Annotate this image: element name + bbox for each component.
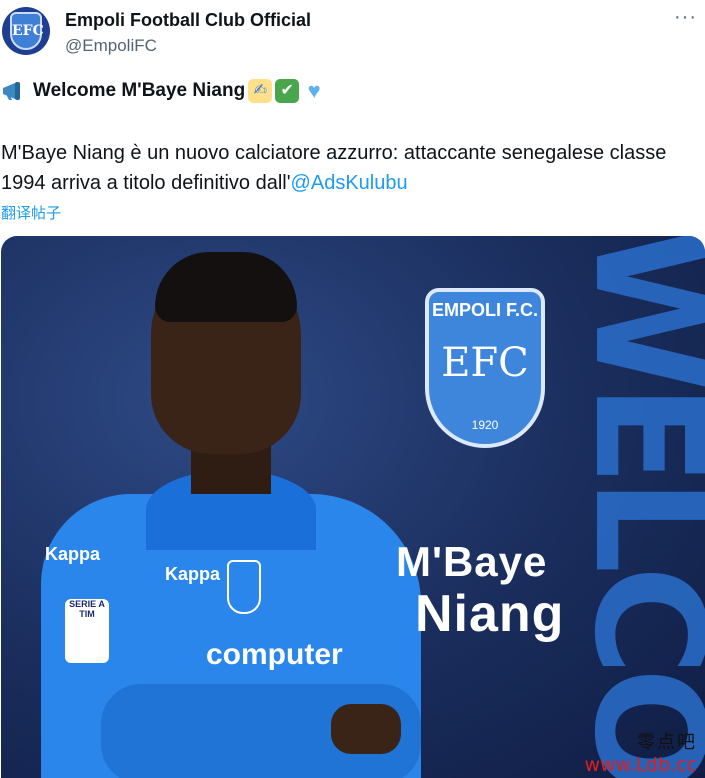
empoli-crest-icon: EFC — [10, 12, 44, 50]
kappa-logo-left: Kappa — [45, 544, 101, 564]
writing-hand-icon: ✍ — [248, 79, 273, 103]
background-word: WELCOME — [561, 236, 705, 778]
shirt-crest-icon — [227, 560, 261, 614]
player-hand — [331, 704, 401, 754]
more-icon[interactable]: ··· — [674, 6, 697, 29]
empoli-crest-large: EMPOLI F.C. EFC 1920 — [425, 288, 545, 448]
headline-text: Welcome M'Baye Niang — [33, 80, 246, 101]
patch-line2: TIM — [79, 609, 95, 619]
check-mark-icon: ✔ — [275, 79, 300, 103]
watermark-line1: 零点吧 — [637, 732, 697, 753]
blue-heart-icon: ♥ — [307, 78, 321, 103]
avatar-crest-text: EFC — [12, 23, 44, 39]
tweet-body: M'Baye Niang è un nuovo calciatore azzur… — [1, 138, 701, 198]
player-hair — [155, 252, 297, 322]
crest-monogram: EFC — [441, 340, 529, 386]
display-name[interactable]: Empoli Football Club Official — [65, 10, 311, 31]
tweet-media-image[interactable]: WELCOME Kappa Kappa SERIE A TIM computer… — [1, 236, 705, 778]
translate-link[interactable]: 翻译帖子 — [1, 202, 61, 223]
avatar[interactable]: EFC — [2, 7, 50, 55]
player-figure: Kappa Kappa SERIE A TIM computer gross — [41, 244, 441, 778]
watermark: 零点吧 www.Ldb.cc — [584, 728, 697, 776]
sponsor-line1: computer — [206, 638, 343, 671]
crest-year: 1920 — [471, 418, 499, 432]
user-handle[interactable]: @EmpoliFC — [65, 36, 157, 56]
watermark-line2: www.Ldb.cc — [584, 754, 697, 776]
mention-link[interactable]: @AdsKulubu — [291, 172, 408, 194]
tweet-headline: Welcome M'Baye Niang ✍ ✔ ♥ — [1, 78, 326, 104]
player-last-name: Niang — [415, 585, 565, 643]
kappa-logo-right: Kappa — [165, 564, 221, 584]
player-first-name: M'Baye — [396, 538, 548, 585]
megaphone-icon — [1, 80, 27, 102]
crest-title: EMPOLI F.C. — [431, 300, 538, 320]
serie-a-patch: SERIE A TIM — [65, 599, 109, 663]
patch-line1: SERIE A — [69, 599, 105, 609]
